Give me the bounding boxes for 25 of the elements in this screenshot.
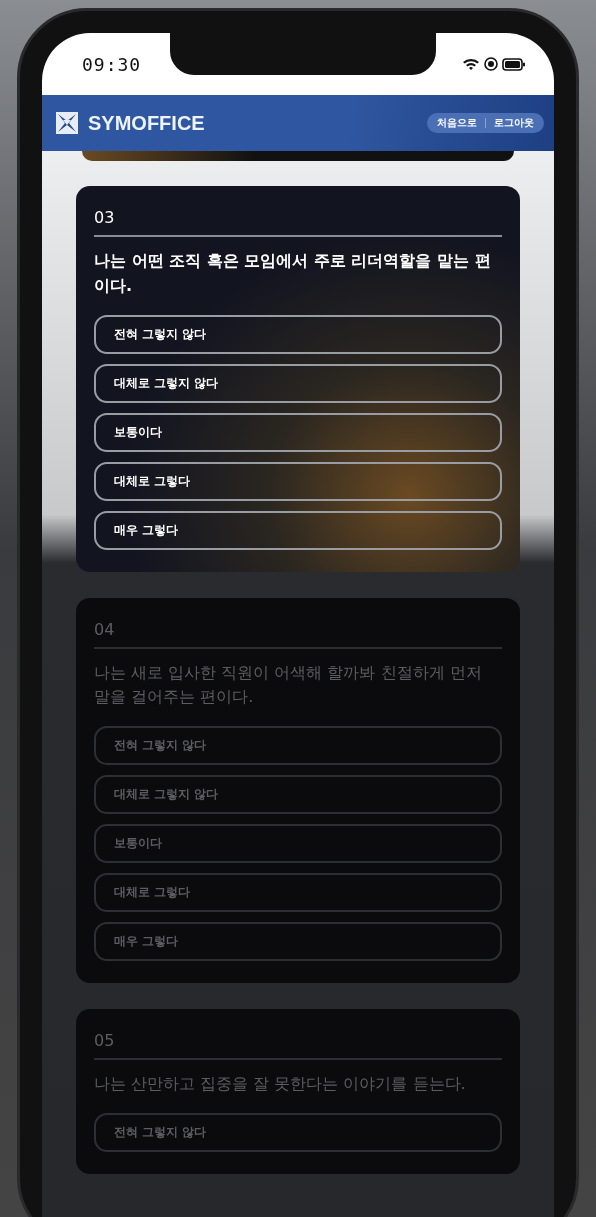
question-text: 나는 산만하고 집중을 잘 못한다는 이야기를 듣는다. [94,1073,467,1096]
brand-name: SYMOFFICE [88,111,205,135]
answer-option[interactable]: 매우 그렇다 [94,922,502,962]
answer-option[interactable]: 대체로 그렇지 않다 [94,363,502,403]
answer-option[interactable]: 전혀 그렇지 않다 [94,726,502,766]
question-number: 04 [94,619,116,639]
wifi-icon [462,57,480,71]
answer-option[interactable]: 대체로 그렇다 [94,461,502,501]
question-number: 05 [94,1031,116,1051]
answer-option[interactable]: 매우 그렇다 [94,510,502,550]
header-link[interactable]: 로그아웃 [494,116,534,130]
question-text: 나는 어떤 조직 혹은 모임에서 주로 리더역할을 맡는 편이다. [94,250,492,297]
header-link[interactable]: 처음으로 [437,116,477,130]
logo-icon [56,112,78,134]
answer-option[interactable]: 보통이다 [94,824,502,864]
answer-option[interactable]: 보통이다 [94,412,502,452]
battery-icon [502,57,526,71]
question-text: 나는 새로 입사한 직원이 어색해 할까봐 친절하게 먼저 말을 걸어주는 편이다. [94,661,483,709]
status-time: 09:30 [82,53,142,75]
answer-option[interactable]: 전혀 그렇지 않다 [94,1113,502,1152]
answer-option[interactable]: 전혀 그렇지 않다 [94,314,502,354]
answer-option[interactable]: 대체로 그렇지 않다 [94,775,502,815]
answer-option[interactable]: 대체로 그렇다 [94,873,502,913]
question-number: 03 [94,208,116,227]
location-icon [484,57,498,71]
